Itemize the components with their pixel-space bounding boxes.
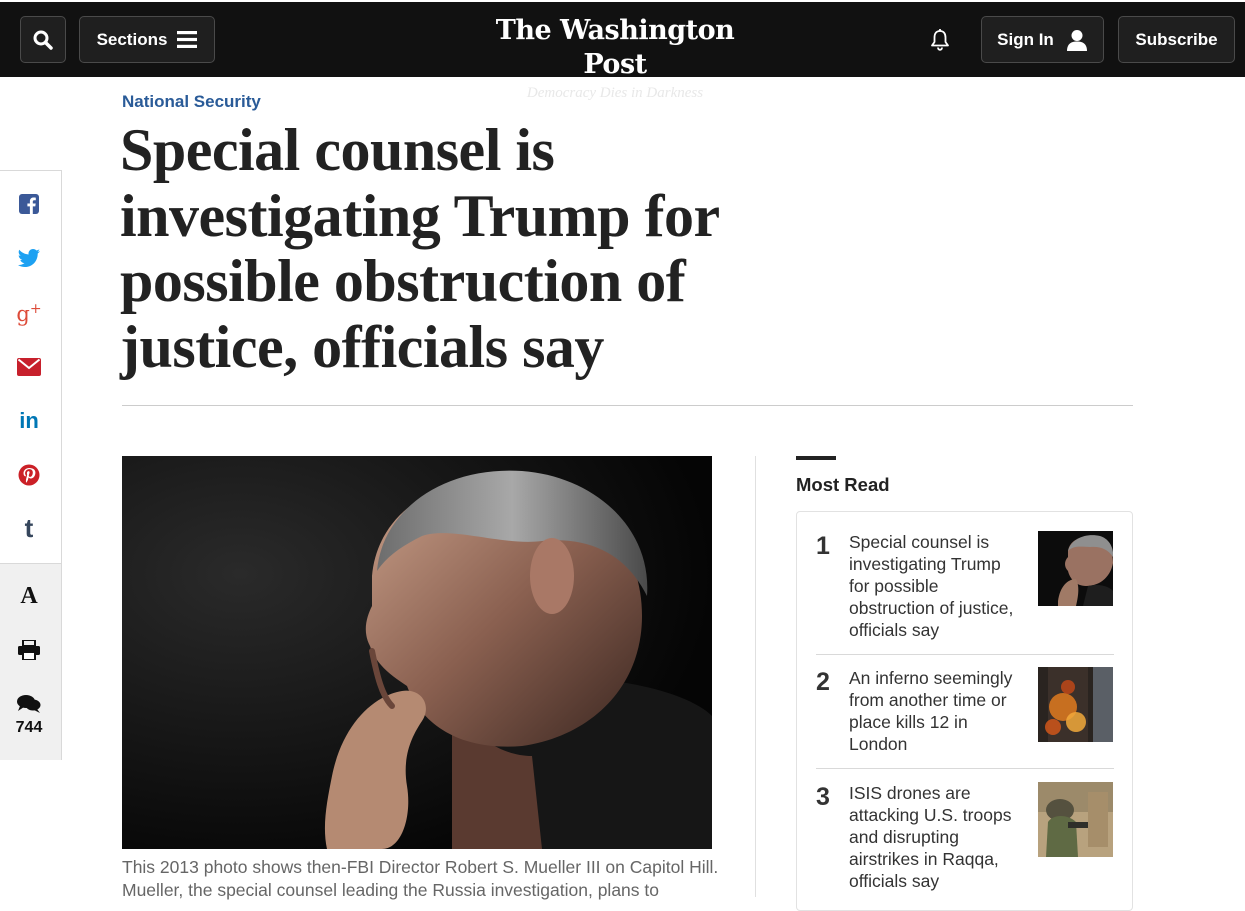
subscribe-label: Subscribe [1135, 29, 1218, 49]
article-headline: Special counsel is investigating Trump f… [120, 117, 719, 380]
most-read-title: Most Read [796, 474, 890, 495]
most-read-rank: 2 [816, 668, 830, 696]
logo-wordmark: The Washington Post [495, 15, 735, 80]
share-rail: g+ in t A 744 [0, 170, 62, 760]
most-read-accent-bar [796, 456, 836, 460]
most-read-item[interactable]: 2 An inferno seemingly from another time… [816, 667, 1114, 767]
lead-photo [122, 456, 712, 849]
linkedin-icon[interactable]: in [16, 408, 42, 434]
notifications-bell-icon[interactable] [928, 28, 952, 52]
print-icon[interactable] [16, 637, 42, 663]
list-separator [816, 654, 1114, 655]
most-read-item[interactable]: 1 Special counsel is investigating Trump… [816, 531, 1114, 643]
email-icon[interactable] [16, 354, 42, 380]
most-read-rank: 3 [816, 783, 830, 811]
comment-count[interactable]: 744 [0, 719, 58, 737]
search-icon [33, 30, 53, 50]
photo-caption: This 2013 photo shows then-FBI Director … [122, 857, 719, 900]
most-read-item[interactable]: 3 ISIS drones are attacking U.S. troops … [816, 782, 1114, 892]
sign-in-button[interactable]: Sign In [981, 16, 1104, 63]
sections-menu-button[interactable]: Sections [79, 16, 215, 63]
most-read-list: 1 Special counsel is investigating Trump… [796, 511, 1133, 911]
text-size-icon[interactable]: A [16, 583, 42, 609]
user-icon [1066, 29, 1087, 51]
facebook-icon[interactable] [16, 191, 42, 217]
list-separator [816, 768, 1114, 769]
search-button[interactable] [20, 16, 66, 63]
pinterest-icon[interactable] [16, 462, 42, 488]
twitter-icon[interactable] [16, 245, 42, 271]
most-read-headline[interactable]: ISIS drones are attacking U.S. troops an… [849, 782, 1024, 892]
most-read-thumbnail[interactable] [1038, 667, 1113, 742]
sections-label: Sections [96, 29, 168, 49]
headline-divider [122, 405, 1133, 406]
google-plus-icon[interactable]: g+ [16, 298, 42, 325]
column-divider [755, 456, 756, 897]
comments-icon[interactable] [16, 691, 42, 717]
washington-post-logo[interactable]: The Washington Post Democracy Dies in Da… [460, 14, 770, 102]
logo-tagline: Democracy Dies in Darkness [526, 85, 704, 101]
hamburger-menu-icon [177, 31, 198, 48]
most-read-thumbnail[interactable] [1038, 782, 1113, 857]
subscribe-button[interactable]: Subscribe [1118, 16, 1235, 63]
most-read-headline[interactable]: Special counsel is investigating Trump f… [849, 531, 1024, 641]
sign-in-label: Sign In [997, 29, 1054, 49]
most-read-thumbnail[interactable] [1038, 531, 1113, 606]
most-read-headline[interactable]: An inferno seemingly from another time o… [849, 667, 1024, 755]
tumblr-icon[interactable]: t [16, 515, 42, 541]
section-kicker-link[interactable]: National Security [122, 92, 261, 112]
most-read-rank: 1 [816, 532, 830, 560]
top-navigation-bar: Sections The Washington Post Democracy D… [0, 0, 1245, 101]
